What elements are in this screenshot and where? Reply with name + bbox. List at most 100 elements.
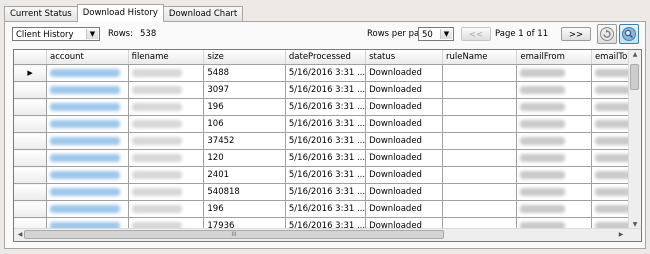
cell-status[interactable]: Downloaded xyxy=(365,81,443,99)
column-header-rulename[interactable]: ruleName xyxy=(442,50,518,65)
cell-date-processed[interactable]: 5/16/2016 3:31 ... xyxy=(285,115,367,133)
table-row[interactable]: 37452 5/16/2016 3:31 ... Downloaded xyxy=(14,132,641,150)
cell-size[interactable]: 540818 xyxy=(203,183,286,201)
cell-account[interactable] xyxy=(46,98,129,116)
cell-rule-name[interactable] xyxy=(442,64,518,82)
scroll-down-arrow-icon[interactable]: ▼ xyxy=(629,221,641,228)
table-row[interactable]: 120 5/16/2016 3:31 ... Downloaded xyxy=(14,149,641,167)
table-row[interactable]: 3097 5/16/2016 3:31 ... Downloaded xyxy=(14,81,641,99)
row-header[interactable] xyxy=(14,81,48,99)
cell-status[interactable]: Downloaded xyxy=(365,183,443,201)
history-type-select[interactable]: Client History ▼ xyxy=(12,27,100,41)
cell-rule-name[interactable] xyxy=(442,183,518,201)
table-row[interactable]: 196 5/16/2016 3:31 ... Downloaded xyxy=(14,200,641,218)
cell-status[interactable]: Downloaded xyxy=(365,149,443,167)
horizontal-scroll-thumb[interactable]: III xyxy=(24,230,444,239)
cell-account[interactable] xyxy=(46,132,129,150)
cell-rule-name[interactable] xyxy=(442,149,518,167)
cell-size[interactable]: 37452 xyxy=(203,132,286,150)
cell-filename[interactable] xyxy=(128,132,205,150)
vertical-scrollbar[interactable]: ▲ ▼ xyxy=(628,50,641,229)
cell-email-from[interactable] xyxy=(516,200,592,218)
cell-date-processed[interactable]: 5/16/2016 3:31 ... xyxy=(285,166,367,184)
cell-filename[interactable] xyxy=(128,149,205,167)
row-header[interactable] xyxy=(14,183,48,201)
cell-size[interactable]: 196 xyxy=(203,98,286,116)
cell-filename[interactable] xyxy=(128,81,205,99)
row-header[interactable] xyxy=(14,132,48,150)
cell-filename[interactable] xyxy=(128,64,205,82)
cell-email-from[interactable] xyxy=(516,166,592,184)
cell-account[interactable] xyxy=(46,81,129,99)
table-row[interactable]: 106 5/16/2016 3:31 ... Downloaded xyxy=(14,115,641,133)
cell-size[interactable]: 196 xyxy=(203,200,286,218)
table-row[interactable]: 2401 5/16/2016 3:31 ... Downloaded xyxy=(14,166,641,184)
cell-status[interactable]: Downloaded xyxy=(365,200,443,218)
download-history-grid[interactable]: account filename size dateProcessed stat… xyxy=(13,49,642,242)
cell-size[interactable]: 5488 xyxy=(203,64,286,82)
table-row[interactable]: 196 5/16/2016 3:31 ... Downloaded xyxy=(14,98,641,116)
cell-status[interactable]: Downloaded xyxy=(365,98,443,116)
cell-account[interactable] xyxy=(46,64,129,82)
row-header[interactable] xyxy=(14,149,48,167)
column-header-filename[interactable]: filename xyxy=(128,50,205,65)
cell-date-processed[interactable]: 5/16/2016 3:31 ... xyxy=(285,132,367,150)
scroll-right-arrow-icon[interactable]: ▶ xyxy=(615,231,627,238)
row-header[interactable] xyxy=(14,115,48,133)
cell-status[interactable]: Downloaded xyxy=(365,115,443,133)
cell-account[interactable] xyxy=(46,200,129,218)
cell-filename[interactable] xyxy=(128,200,205,218)
cell-filename[interactable] xyxy=(128,183,205,201)
cell-date-processed[interactable]: 5/16/2016 3:31 ... xyxy=(285,81,367,99)
previous-page-button[interactable]: << xyxy=(461,27,491,41)
cell-rule-name[interactable] xyxy=(442,132,518,150)
horizontal-scrollbar[interactable]: ◀ III ▶ xyxy=(14,228,641,241)
cell-email-from[interactable] xyxy=(516,115,592,133)
search-button[interactable] xyxy=(619,24,639,44)
table-row[interactable]: ▶ 5488 5/16/2016 3:31 ... Downloaded xyxy=(14,64,641,82)
tab-download-history[interactable]: Download History xyxy=(76,4,164,22)
cell-date-processed[interactable]: 5/16/2016 3:31 ... xyxy=(285,200,367,218)
scroll-up-arrow-icon[interactable]: ▲ xyxy=(629,51,641,58)
cell-rule-name[interactable] xyxy=(442,200,518,218)
cell-date-processed[interactable]: 5/16/2016 3:31 ... xyxy=(285,149,367,167)
next-page-button[interactable]: >> xyxy=(561,27,591,41)
tab-current-status[interactable]: Current Status xyxy=(4,6,78,22)
cell-email-from[interactable] xyxy=(516,149,592,167)
column-header-emailfrom[interactable]: emailFrom xyxy=(516,50,592,65)
cell-filename[interactable] xyxy=(128,115,205,133)
cell-email-from[interactable] xyxy=(516,64,592,82)
column-header-size[interactable]: size xyxy=(203,50,286,65)
column-header-status[interactable]: status xyxy=(365,50,443,65)
vertical-scroll-thumb[interactable] xyxy=(630,64,639,90)
cell-status[interactable]: Downloaded xyxy=(365,64,443,82)
cell-email-from[interactable] xyxy=(516,98,592,116)
cell-rule-name[interactable] xyxy=(442,81,518,99)
cell-size[interactable]: 120 xyxy=(203,149,286,167)
cell-rule-name[interactable] xyxy=(442,115,518,133)
cell-email-from[interactable] xyxy=(516,183,592,201)
cell-account[interactable] xyxy=(46,166,129,184)
row-header[interactable]: ▶ xyxy=(14,64,48,82)
cell-date-processed[interactable]: 5/16/2016 3:31 ... xyxy=(285,98,367,116)
cell-size[interactable]: 2401 xyxy=(203,166,286,184)
cell-size[interactable]: 106 xyxy=(203,115,286,133)
cell-size[interactable]: 3097 xyxy=(203,81,286,99)
column-header-dateprocessed[interactable]: dateProcessed xyxy=(285,50,367,65)
row-header[interactable] xyxy=(14,98,48,116)
cell-status[interactable]: Downloaded xyxy=(365,166,443,184)
cell-filename[interactable] xyxy=(128,98,205,116)
cell-email-from[interactable] xyxy=(516,132,592,150)
cell-account[interactable] xyxy=(46,115,129,133)
table-row[interactable]: 540818 5/16/2016 3:31 ... Downloaded xyxy=(14,183,641,201)
row-header[interactable] xyxy=(14,166,48,184)
cell-email-from[interactable] xyxy=(516,81,592,99)
cell-account[interactable] xyxy=(46,183,129,201)
cell-account[interactable] xyxy=(46,149,129,167)
cell-date-processed[interactable]: 5/16/2016 3:31 ... xyxy=(285,64,367,82)
cell-rule-name[interactable] xyxy=(442,166,518,184)
rows-per-page-select[interactable]: 50 ▼ xyxy=(418,27,454,41)
cell-status[interactable]: Downloaded xyxy=(365,132,443,150)
cell-rule-name[interactable] xyxy=(442,98,518,116)
refresh-button[interactable] xyxy=(597,24,617,44)
